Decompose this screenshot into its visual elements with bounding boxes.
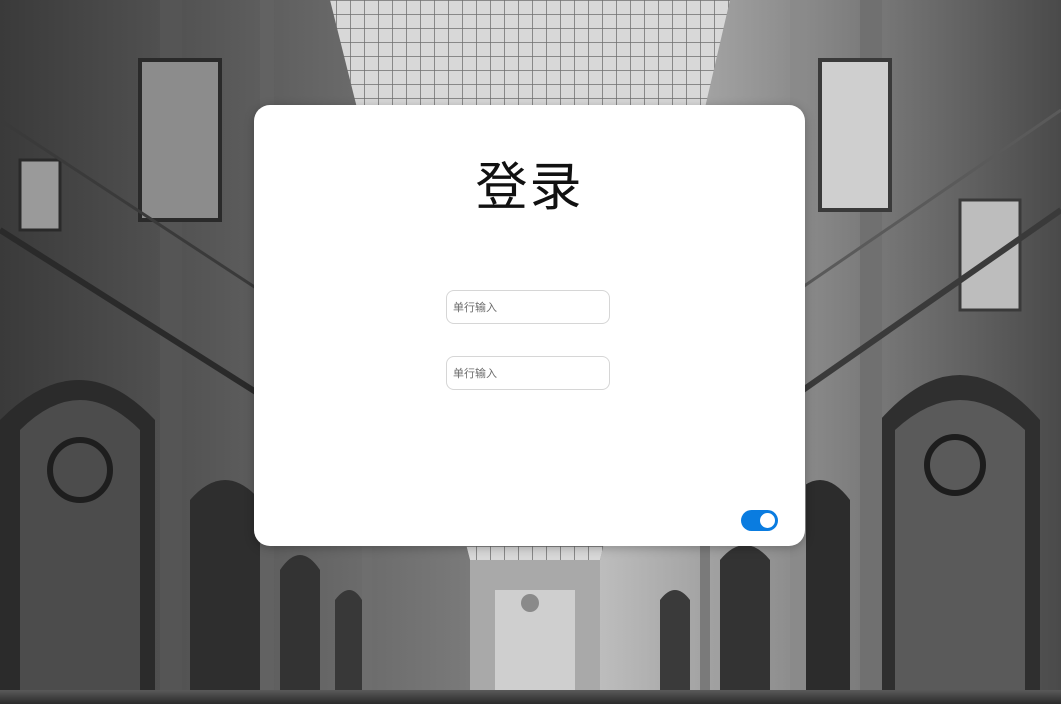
toggle-knob: [760, 513, 775, 528]
login-title: 登录: [475, 158, 584, 218]
username-input[interactable]: [446, 290, 610, 324]
toggle-switch[interactable]: [741, 510, 778, 531]
login-card: 登录: [254, 105, 805, 546]
password-input[interactable]: [446, 356, 610, 390]
